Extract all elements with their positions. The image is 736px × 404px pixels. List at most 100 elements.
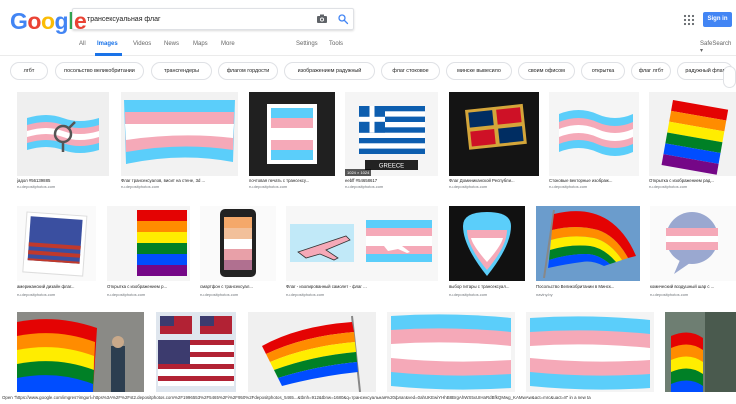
result-source: ru.depositphotos.com — [549, 184, 588, 189]
search-icon[interactable] — [337, 13, 349, 25]
image-result[interactable] — [526, 312, 654, 392]
result-caption: выбор гитары с трансексуал... — [449, 284, 510, 289]
chip[interactable]: изображением радужный — [284, 62, 375, 80]
image-result[interactable] — [156, 312, 236, 392]
chip[interactable]: лгбт — [10, 62, 48, 80]
chip[interactable]: своим офисом — [518, 62, 575, 80]
image-result[interactable]: Флаг Доминиканской Республи... ru.deposi… — [449, 92, 539, 189]
result-source: ru.depositphotos.com — [449, 292, 488, 297]
guitar-pick-icon — [449, 206, 525, 281]
image-result[interactable] — [17, 312, 144, 392]
result-caption: Посольство Великобритании в Минск... — [536, 284, 615, 289]
trans-symbol-flag-icon — [17, 92, 109, 176]
trans-flag-wave-icon — [387, 312, 515, 392]
image-result[interactable]: Открытка с изображением р... ru.depositp… — [107, 206, 190, 302]
rainbow-card-icon — [107, 206, 190, 281]
image-size-badge: 1024 × 1024 — [345, 169, 372, 176]
result-caption: комический воздушный шар с ... — [650, 284, 715, 289]
camera-icon[interactable] — [316, 13, 328, 25]
usa-flags-icon — [156, 312, 236, 392]
chip[interactable]: флаг лгбт — [631, 62, 671, 80]
image-result[interactable]: GREECE 1024 × 1024 eebff #54658617 ru.de… — [345, 92, 438, 189]
tab-more[interactable]: More — [221, 41, 235, 47]
chevron-right-icon[interactable] — [723, 66, 736, 88]
image-result[interactable]: јадол #56139885 ru.depositphotos.com — [17, 92, 109, 189]
chip[interactable]: открытка — [581, 62, 625, 80]
rainbow-card-icon — [649, 92, 736, 176]
plane-flag-icon — [286, 206, 438, 281]
image-result[interactable] — [387, 312, 515, 392]
result-source: ru.depositphotos.com — [200, 292, 239, 297]
image-result[interactable]: комический воздушный шар с ... ru.deposi… — [650, 206, 736, 302]
sign-in-button[interactable]: Sign in — [703, 12, 732, 27]
result-source: naviny.by — [536, 292, 553, 297]
result-caption: Флаг Доминиканской Республи... — [449, 178, 515, 183]
result-caption: Открытка с изображением рад... — [649, 178, 714, 183]
tab-news[interactable]: News — [164, 41, 179, 47]
result-source: ru.depositphotos.com — [249, 184, 288, 189]
result-caption: Открытка с изображением р... — [107, 284, 168, 289]
result-source: ru.depositphotos.com — [650, 292, 689, 297]
image-result[interactable]: смартфон с трансексуал... ru.depositphot… — [200, 206, 276, 302]
greece-flag-icon: GREECE — [345, 92, 438, 176]
result-caption: Флаг трансексуалов, висит на стене, 3d .… — [121, 178, 206, 183]
result-caption: јадол #56139885 — [17, 178, 51, 183]
result-caption: Стоковые векторные изображ... — [549, 178, 613, 183]
result-source: ru.depositphotos.com — [17, 292, 56, 297]
rainbow-flag-sky-icon — [248, 312, 376, 393]
chip[interactable]: посольство великобритании — [55, 62, 144, 80]
result-source: ru.depositphotos.com — [286, 292, 325, 297]
result-source: ru.depositphotos.com — [449, 184, 488, 189]
speech-bubble-icon — [650, 206, 736, 281]
tab-all[interactable]: All — [79, 41, 86, 47]
rainbow-street-icon — [17, 312, 144, 392]
search-tabs: All Images Videos News Maps More Setting… — [0, 36, 736, 56]
tab-videos[interactable]: Videos — [133, 41, 151, 47]
result-caption: американский дизайн флаг... — [17, 284, 75, 289]
trans-flag-wave-icon — [526, 312, 654, 392]
tab-images[interactable]: Images — [97, 41, 118, 47]
rainbow-building-icon — [665, 312, 736, 392]
image-result[interactable] — [248, 312, 376, 393]
trans-wave-icon — [549, 92, 639, 176]
image-result[interactable]: выбор гитары с трансексуал... ru.deposit… — [449, 206, 525, 302]
search-input[interactable] — [87, 12, 307, 27]
chip[interactable]: минске вывесило — [446, 62, 512, 80]
dominican-pin-icon — [449, 92, 539, 176]
result-caption: почтовая печать с трансексу... — [249, 178, 310, 183]
result-source: ru.depositphotos.com — [345, 184, 384, 189]
result-source: ru.depositphotos.com — [121, 184, 160, 189]
active-tab-indicator — [95, 53, 122, 56]
result-caption: смартфон с трансексуал... — [200, 284, 253, 289]
rainbow-wave-icon — [536, 206, 640, 281]
image-result[interactable]: Открытка с изображением рад... ru.deposi… — [649, 92, 736, 189]
result-caption: Флаг - изолированный самолет - флаг ... — [286, 284, 367, 289]
result-source: ru.depositphotos.com — [17, 184, 56, 189]
search-box — [72, 8, 354, 30]
image-result[interactable]: Стоковые векторные изображ... ru.deposit… — [549, 92, 639, 189]
tab-maps[interactable]: Maps — [193, 41, 208, 47]
trans-stamp-icon — [249, 92, 335, 176]
image-result[interactable]: американский дизайн флаг... ru.depositph… — [17, 206, 96, 302]
image-result[interactable]: Посольство Великобритании в Минск... nav… — [536, 206, 640, 302]
result-source: ru.depositphotos.com — [649, 184, 688, 189]
tab-settings[interactable]: Settings — [296, 41, 318, 47]
image-result[interactable]: Флаг трансексуалов, висит на стене, 3d .… — [121, 92, 238, 189]
apps-grid-icon[interactable] — [683, 14, 695, 26]
image-result[interactable]: почтовая печать с трансексу... ru.deposi… — [249, 92, 335, 189]
tab-tools[interactable]: Tools — [329, 41, 343, 47]
result-source: ru.depositphotos.com — [107, 292, 146, 297]
chip[interactable]: флаг стоковое — [381, 62, 440, 80]
phone-flag-icon — [200, 206, 276, 281]
greece-label: GREECE — [379, 164, 404, 170]
chip[interactable]: флагом гордости — [218, 62, 278, 80]
status-bar-url: Open "https://www.google.com/imgres?imgu… — [0, 392, 736, 404]
chip[interactable]: трансгендеры — [151, 62, 212, 80]
image-result[interactable]: Флаг - изолированный самолет - флаг ... … — [286, 206, 438, 302]
trans-banner-icon — [121, 92, 238, 176]
image-result[interactable] — [665, 312, 736, 392]
related-searches-bar: лгбт посольство великобритании трансгенд… — [0, 62, 736, 84]
usa-polaroid-icon — [17, 206, 96, 281]
safesearch-toggle[interactable]: SafeSearch ▾ — [700, 41, 736, 54]
result-caption: eebff #54658617 — [345, 178, 378, 183]
